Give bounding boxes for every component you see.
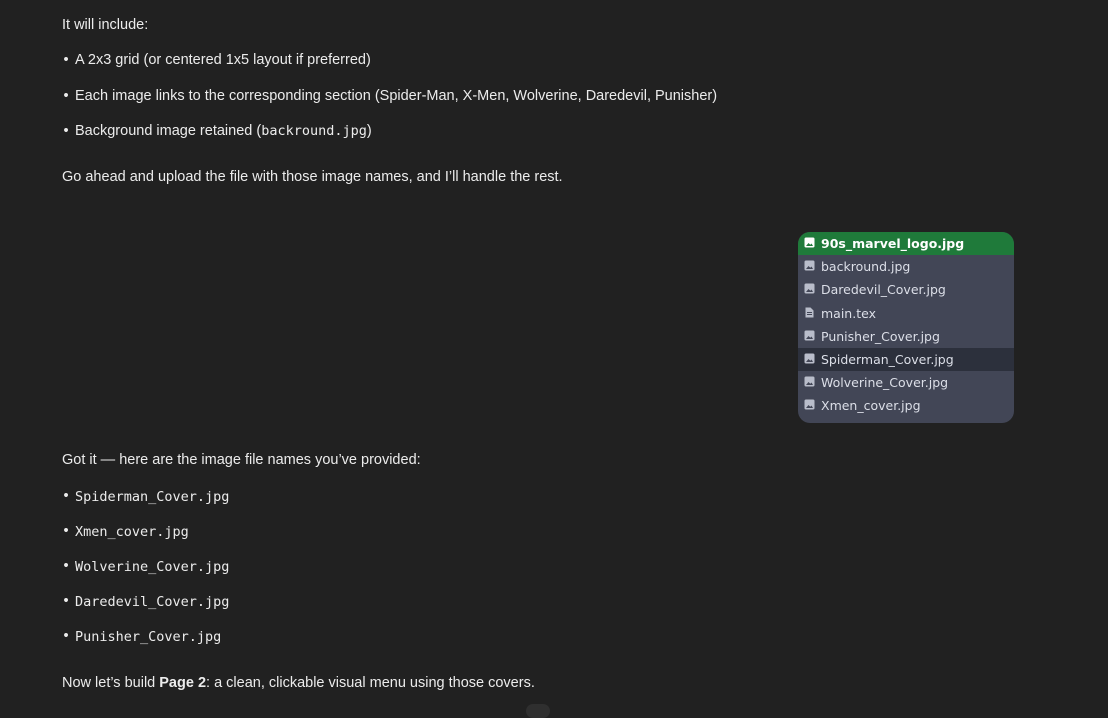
image-file-icon xyxy=(798,236,821,251)
bullet-marker: • xyxy=(63,593,69,609)
list-item: Wolverine_Cover.jpg xyxy=(75,559,230,575)
list-item: Daredevil_Cover.jpg xyxy=(75,594,230,610)
file-name: Daredevil_Cover.jpg xyxy=(821,282,946,298)
reply-outro: Now let’s build Page 2: a clean, clickab… xyxy=(62,675,535,691)
bullet-marker: • xyxy=(63,488,69,504)
list-item: Background image retained (backround.jpg… xyxy=(75,123,372,139)
file-name: Wolverine_Cover.jpg xyxy=(821,375,949,391)
file-list-item[interactable]: Xmen_cover.jpg xyxy=(798,394,1014,417)
list-item: Spiderman_Cover.jpg xyxy=(75,489,230,505)
image-file-icon xyxy=(798,329,821,344)
image-file-icon xyxy=(798,352,821,367)
file-list-item[interactable]: Spiderman_Cover.jpg xyxy=(798,348,1014,371)
outro-text-suffix: : a clean, clickable visual menu using t… xyxy=(206,675,535,691)
file-name: Punisher_Cover.jpg xyxy=(821,328,940,344)
file-list-item[interactable]: Daredevil_Cover.jpg xyxy=(798,278,1014,301)
list-item: A 2x3 grid (or centered 1x5 layout if pr… xyxy=(75,52,371,68)
file-list-panel: 90s_marvel_logo.jpg backround.jpg Daredevi… xyxy=(798,232,1014,423)
message-intro-heading: It will include: xyxy=(62,17,149,33)
outro-text: Now let’s build xyxy=(62,675,160,691)
list-item-text-tail: ) xyxy=(366,123,372,139)
image-file-icon xyxy=(798,259,821,274)
bullet-marker: • xyxy=(63,523,69,539)
outro-bold: Page 2 xyxy=(159,675,207,691)
inline-code: backround.jpg xyxy=(261,123,367,139)
bullet-marker: • xyxy=(63,628,69,644)
list-item: Xmen_cover.jpg xyxy=(75,524,189,540)
file-name: backround.jpg xyxy=(821,259,911,275)
file-list-item[interactable]: 90s_marvel_logo.jpg xyxy=(798,232,1014,255)
bullet-marker: • xyxy=(63,88,69,104)
file-name: Xmen_cover.jpg xyxy=(821,398,921,414)
scroll-to-bottom-button[interactable] xyxy=(526,704,550,718)
image-file-icon xyxy=(798,398,821,413)
bullet-marker: • xyxy=(63,558,69,574)
file-name: main.tex xyxy=(821,305,876,321)
image-file-icon xyxy=(798,282,821,297)
upload-note: Go ahead and upload the file with those … xyxy=(62,169,563,185)
reply-intro: Got it — here are the image file names y… xyxy=(62,452,421,468)
list-item: Each image links to the corresponding se… xyxy=(75,88,718,104)
text-file-icon xyxy=(798,306,821,321)
list-item-text: Background image retained ( xyxy=(75,123,262,139)
bullet-marker: • xyxy=(63,52,69,68)
file-name: 90s_marvel_logo.jpg xyxy=(821,236,965,251)
file-list-item[interactable]: Punisher_Cover.jpg xyxy=(798,325,1014,348)
file-list-item[interactable]: Wolverine_Cover.jpg xyxy=(798,371,1014,394)
bullet-marker: • xyxy=(63,123,69,139)
file-list-item[interactable]: backround.jpg xyxy=(798,255,1014,278)
list-item: Punisher_Cover.jpg xyxy=(75,629,222,645)
image-file-icon xyxy=(798,375,821,390)
file-name: Spiderman_Cover.jpg xyxy=(821,352,954,367)
file-list-item[interactable]: main.tex xyxy=(798,302,1014,325)
